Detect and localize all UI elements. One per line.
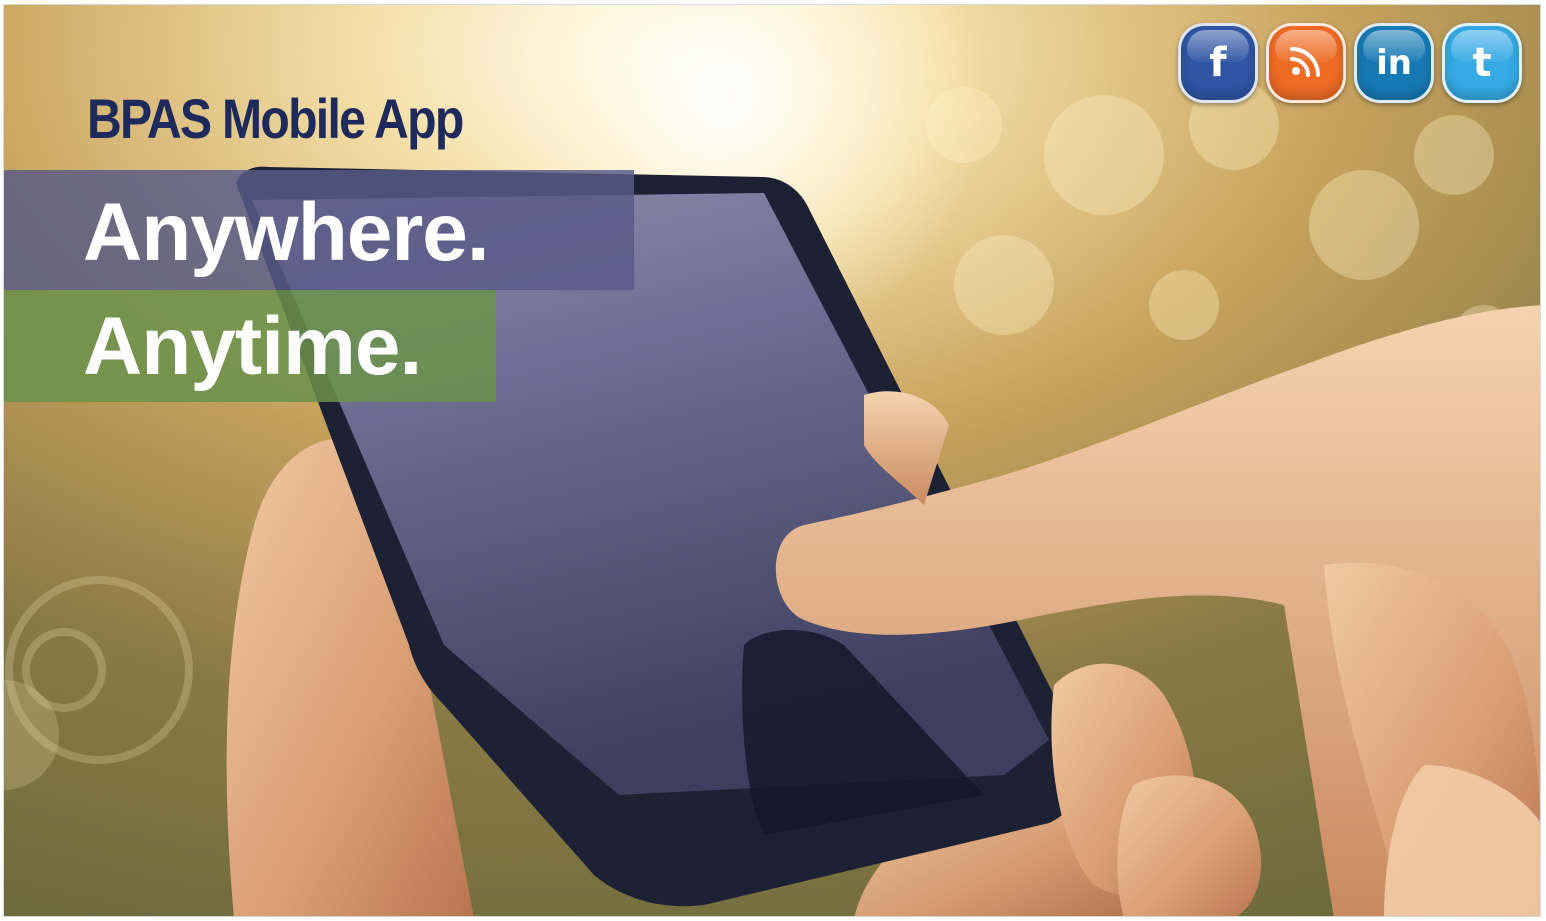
rss-button[interactable] xyxy=(1266,23,1346,103)
facebook-icon: f xyxy=(1209,40,1227,86)
banner-frame: BPAS Mobile App Anywhere. Anytime. f in … xyxy=(3,4,1541,917)
social-links: f in t xyxy=(1178,23,1522,103)
facebook-button[interactable]: f xyxy=(1178,23,1258,103)
tagline-anywhere: Anywhere. xyxy=(83,187,490,278)
tagline-band-anytime: Anytime. xyxy=(4,290,496,402)
linkedin-icon: in xyxy=(1376,43,1412,83)
twitter-icon: t xyxy=(1472,40,1492,86)
tagline-band-anywhere: Anywhere. xyxy=(4,170,634,290)
tagline-anytime: Anytime. xyxy=(83,301,422,392)
rss-icon xyxy=(1289,44,1323,82)
app-title: BPAS Mobile App xyxy=(87,87,464,150)
linkedin-button[interactable]: in xyxy=(1354,23,1434,103)
twitter-button[interactable]: t xyxy=(1442,23,1522,103)
